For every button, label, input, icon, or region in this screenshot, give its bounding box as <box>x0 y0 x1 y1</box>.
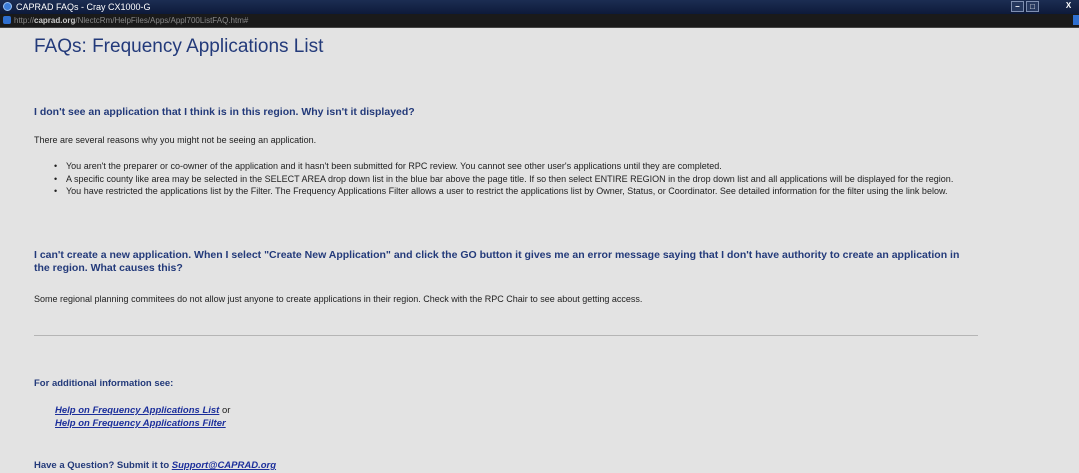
question-1: I don't see an application that I think … <box>34 106 415 118</box>
list-item: • You aren't the preparer or co-owner of … <box>54 161 722 171</box>
link-row-1: Help on Frequency Applications List or <box>55 405 230 416</box>
or-text: or <box>221 405 231 416</box>
question-prompt: Have a Question? Submit it to <box>34 460 170 471</box>
minimize-button[interactable]: – <box>1011 1 1024 12</box>
url-text[interactable]: http://caprad.org/NlectcRm/HelpFiles/App… <box>14 14 248 27</box>
divider <box>34 335 978 336</box>
reasons-list: • You aren't the preparer or co-owner of … <box>54 161 954 199</box>
intro-text: There are several reasons why you might … <box>34 135 317 145</box>
additional-info-heading: For additional information see: <box>34 378 174 389</box>
help-applications-list-link[interactable]: Help on Frequency Applications List <box>55 405 219 416</box>
window-title: CAPRAD FAQs - Cray CX1000-G <box>16 2 151 12</box>
window-titlebar: CAPRAD FAQs - Cray CX1000-G – □ X <box>0 0 1079 14</box>
close-button[interactable]: X <box>1062 1 1075 12</box>
support-line: Have a Question? Submit it to Support@CA… <box>34 460 276 471</box>
address-bar[interactable]: http://caprad.org/NlectcRm/HelpFiles/App… <box>0 14 1079 28</box>
help-applications-filter-link[interactable]: Help on Frequency Applications Filter <box>55 418 226 429</box>
page-title: FAQs: Frequency Applications List <box>34 36 324 57</box>
scrollbar-edge[interactable] <box>1073 15 1079 25</box>
browser-icon <box>3 2 12 11</box>
page-icon <box>3 16 11 24</box>
maximize-button[interactable]: □ <box>1026 1 1039 12</box>
support-email-link[interactable]: Support@CAPRAD.org <box>172 460 276 471</box>
answer-2: Some regional planning commitees do not … <box>34 294 643 304</box>
question-2: I can't create a new application. When I… <box>34 249 960 274</box>
list-item: • A specific county like area may be sele… <box>54 173 954 184</box>
list-item: • You have restricted the applications li… <box>54 186 948 196</box>
